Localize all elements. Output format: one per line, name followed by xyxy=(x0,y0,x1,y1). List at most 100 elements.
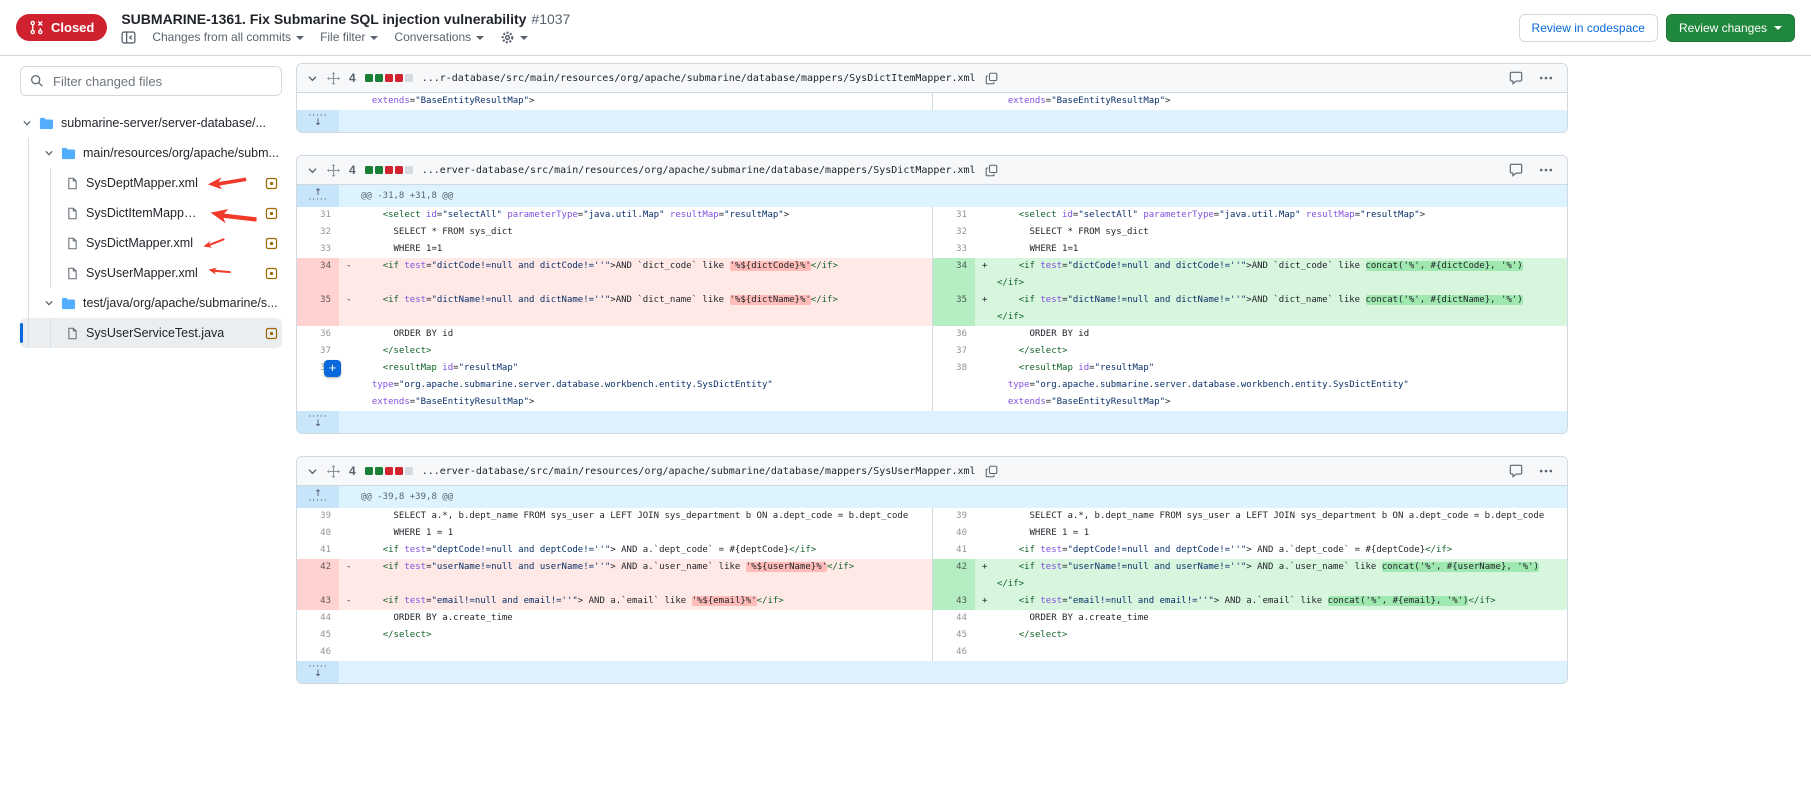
expand-down-button[interactable]: ·····↓ xyxy=(297,110,339,132)
line-number[interactable]: 31 xyxy=(297,207,339,224)
file-comment-button[interactable] xyxy=(1509,464,1523,478)
file-modified-icon xyxy=(265,267,282,280)
changes-from-dropdown[interactable]: Changes from all commits xyxy=(152,30,304,44)
file-options-kebab[interactable] xyxy=(1539,71,1553,85)
file-collapse-chevron[interactable] xyxy=(307,165,318,176)
line-number[interactable]: 37 xyxy=(297,343,339,360)
line-number[interactable]: 38 xyxy=(933,360,975,377)
line-number[interactable]: 39 xyxy=(297,508,339,525)
file-drag-handle[interactable] xyxy=(327,465,340,478)
tree-folder-test-java-org-apache-submarine-s-[interactable]: test/java/org/apache/submarine/s... xyxy=(20,288,282,318)
line-number[interactable]: 44 xyxy=(297,610,339,627)
line-number[interactable] xyxy=(933,93,975,110)
tree-folder-submarine-server-server-database-[interactable]: submarine-server/server-database/... xyxy=(20,108,282,138)
add-comment-button[interactable]: + xyxy=(324,360,341,377)
tree-item-label: SysDictItemMapper.xml xyxy=(86,206,201,220)
expand-up-button[interactable]: ↑····· xyxy=(297,486,339,508)
diff-settings-gear-button[interactable] xyxy=(500,30,528,45)
code-line: extends="BaseEntityResultMap"> xyxy=(975,93,1567,110)
line-number[interactable]: 41 xyxy=(933,542,975,559)
chevron-down-icon xyxy=(44,298,54,308)
conversations-dropdown[interactable]: Conversations xyxy=(394,30,484,44)
code-line: ORDER BY a.create_time xyxy=(975,610,1567,627)
line-number[interactable]: 46 xyxy=(297,644,339,661)
line-number[interactable]: 35 xyxy=(933,292,975,326)
tree-file-sysdictmapper-xml[interactable]: SysDictMapper.xml xyxy=(20,228,282,258)
diff-row: 35- <if test="dictName!=null and dictNam… xyxy=(297,292,1567,326)
line-number[interactable] xyxy=(297,93,339,110)
line-number[interactable] xyxy=(297,377,339,394)
expand-down-button[interactable]: ·····↓ xyxy=(297,661,339,683)
line-number[interactable]: 43 xyxy=(933,593,975,610)
filter-changed-files-input[interactable] xyxy=(51,73,272,90)
arrow-down-icon: ↓ xyxy=(314,119,322,128)
line-number[interactable]: 45 xyxy=(297,627,339,644)
file-options-kebab[interactable] xyxy=(1539,464,1553,478)
line-number[interactable]: 32 xyxy=(297,224,339,241)
line-number[interactable]: 35 xyxy=(297,292,339,326)
diffstat-square xyxy=(385,74,393,82)
line-number[interactable]: 37 xyxy=(933,343,975,360)
tree-file-sysusermapper-xml[interactable]: SysUserMapper.xml xyxy=(20,258,282,288)
line-number[interactable]: 42 xyxy=(933,559,975,593)
file-path-link[interactable]: ...erver-database/src/main/resources/org… xyxy=(422,165,976,176)
line-number[interactable]: 33 xyxy=(933,241,975,258)
tree-file-sysdictitemmapper-xml[interactable]: SysDictItemMapper.xml xyxy=(20,198,282,228)
file-options-kebab[interactable] xyxy=(1539,163,1553,177)
file-filter-dropdown[interactable]: File filter xyxy=(320,30,378,44)
line-number[interactable]: 31 xyxy=(933,207,975,224)
tree-indent-guide xyxy=(28,138,29,348)
tree-folder-main-resources-org-apache-subm-[interactable]: main/resources/org/apache/subm... xyxy=(20,138,282,168)
file-comment-button[interactable] xyxy=(1509,163,1523,177)
review-in-codespace-button[interactable]: Review in codespace xyxy=(1519,14,1658,42)
line-number[interactable]: 34 xyxy=(933,258,975,292)
annotation-arrow xyxy=(207,265,232,278)
file-path-link[interactable]: ...erver-database/src/main/resources/org… xyxy=(422,466,976,477)
line-number[interactable]: 41 xyxy=(297,542,339,559)
file-comment-button[interactable] xyxy=(1509,71,1523,85)
line-number[interactable]: 32 xyxy=(933,224,975,241)
line-number[interactable] xyxy=(297,394,339,411)
diff-half-new: 32 SELECT * FROM sys_dict xyxy=(932,224,1567,241)
line-number[interactable]: 36 xyxy=(297,326,339,343)
code-line: - <if test="email!=null and email!=''"> … xyxy=(339,593,932,610)
line-number[interactable]: 42 xyxy=(297,559,339,593)
line-number[interactable]: 33 xyxy=(297,241,339,258)
line-number[interactable]: 45 xyxy=(933,627,975,644)
tree-file-sysuserservicetest-java[interactable]: SysUserServiceTest.java xyxy=(20,318,282,348)
file-collapse-chevron[interactable] xyxy=(307,73,318,84)
line-number[interactable]: 46 xyxy=(933,644,975,661)
file-drag-handle[interactable] xyxy=(327,72,340,85)
diff-half-old: type="org.apache.submarine.server.databa… xyxy=(297,377,932,394)
review-changes-button[interactable]: Review changes xyxy=(1666,14,1795,42)
collapse-sidebar-button[interactable] xyxy=(121,30,136,45)
diff-half-new: extends="BaseEntityResultMap"> xyxy=(932,93,1567,110)
file-drag-handle[interactable] xyxy=(327,164,340,177)
copy-path-button[interactable] xyxy=(985,164,998,177)
expand-strip-filler xyxy=(339,661,1567,683)
diff-row: 39 SELECT a.*, b.dept_name FROM sys_user… xyxy=(297,508,1567,525)
pr-header: Closed SUBMARINE-1361. Fix Submarine SQL… xyxy=(0,0,1811,56)
copy-path-button[interactable] xyxy=(985,72,998,85)
line-number[interactable]: 39 xyxy=(933,508,975,525)
line-number[interactable]: 40 xyxy=(297,525,339,542)
line-number[interactable]: 43 xyxy=(297,593,339,610)
file-diff-card-1: 4...erver-database/src/main/resources/or… xyxy=(296,155,1568,434)
line-number[interactable]: 36 xyxy=(933,326,975,343)
line-number[interactable] xyxy=(933,394,975,411)
diffstat-square xyxy=(385,166,393,174)
tree-file-sysdeptmapper-xml[interactable]: SysDeptMapper.xml xyxy=(20,168,282,198)
expand-down-button[interactable]: ·····↓ xyxy=(297,411,339,433)
diff-row: 45 </select>45 </select> xyxy=(297,627,1567,644)
arrow-down-icon: ↓ xyxy=(314,420,322,429)
file-collapse-chevron[interactable] xyxy=(307,466,318,477)
line-number[interactable]: 44 xyxy=(933,610,975,627)
file-path-link[interactable]: ...r-database/src/main/resources/org/apa… xyxy=(422,73,976,84)
diff-half-old: 37 </select> xyxy=(297,343,932,360)
expand-up-button[interactable]: ↑····· xyxy=(297,185,339,207)
line-number[interactable]: 40 xyxy=(933,525,975,542)
line-number[interactable] xyxy=(933,377,975,394)
copy-path-button[interactable] xyxy=(985,465,998,478)
line-number[interactable]: 34 xyxy=(297,258,339,292)
expand-strip-row: ·····↓ xyxy=(297,661,1567,683)
